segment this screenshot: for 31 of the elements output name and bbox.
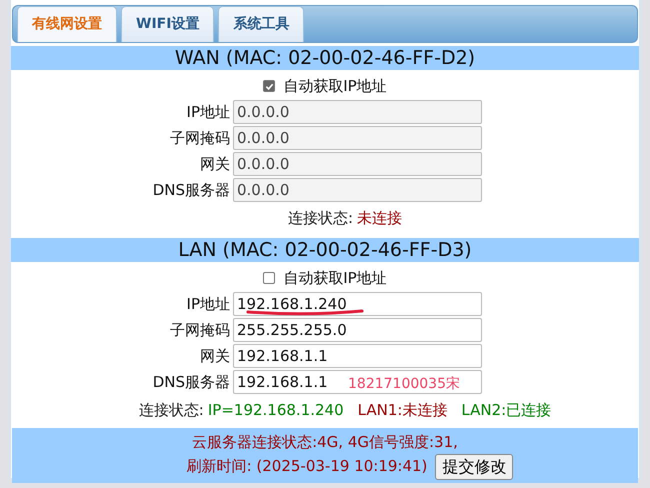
- field-label: 网关: [199, 346, 231, 367]
- section-header: WAN (MAC: 02-00-02-46-FF-D2): [11, 46, 639, 70]
- checkbox-label: 自动获取IP地址: [283, 268, 387, 289]
- submit-button[interactable]: 提交修改: [435, 454, 514, 480]
- tab[interactable]: 系统工具: [218, 6, 304, 42]
- refresh-time-text: 刷新时间: (2025-03-19 10:19:41): [186, 456, 428, 478]
- input-field[interactable]: 192.168.1.1 18217100035宋: [233, 370, 482, 394]
- field-label: 网关: [199, 154, 231, 175]
- input-field[interactable]: 255.255.255.0: [233, 318, 482, 342]
- input-field[interactable]: 192.168.1.1: [233, 344, 482, 368]
- input-field[interactable]: 192.168.1.240: [233, 292, 482, 316]
- checkbox-label: 自动获取IP地址: [283, 76, 387, 97]
- status-value: LAN2:已连接: [461, 400, 552, 421]
- tab[interactable]: WIFI设置: [121, 6, 214, 42]
- status-value: IP=192.168.1.240: [208, 400, 344, 421]
- field-label: IP地址: [186, 294, 231, 315]
- section-header: LAN (MAC: 02-00-02-46-FF-D3): [11, 238, 639, 262]
- checkbox[interactable]: [263, 272, 276, 284]
- cloud-status-text: 云服务器连接状态:4G, 4G信号强度:31,: [192, 432, 458, 453]
- status-label: 连接状态:: [288, 208, 354, 229]
- field-label: DNS服务器: [152, 372, 231, 393]
- annotation-text: 18217100035宋: [348, 375, 460, 394]
- field-label: 子网掩码: [169, 320, 231, 341]
- checkbox[interactable]: [263, 80, 276, 92]
- status-value: LAN1:未连接: [358, 400, 448, 421]
- field-label: DNS服务器: [152, 180, 231, 201]
- status-label: 连接状态:: [138, 400, 204, 421]
- status-value: 未连接: [357, 208, 402, 229]
- field-label: 子网掩码: [169, 128, 231, 149]
- field-label: IP地址: [186, 102, 231, 123]
- check-icon: [264, 82, 274, 90]
